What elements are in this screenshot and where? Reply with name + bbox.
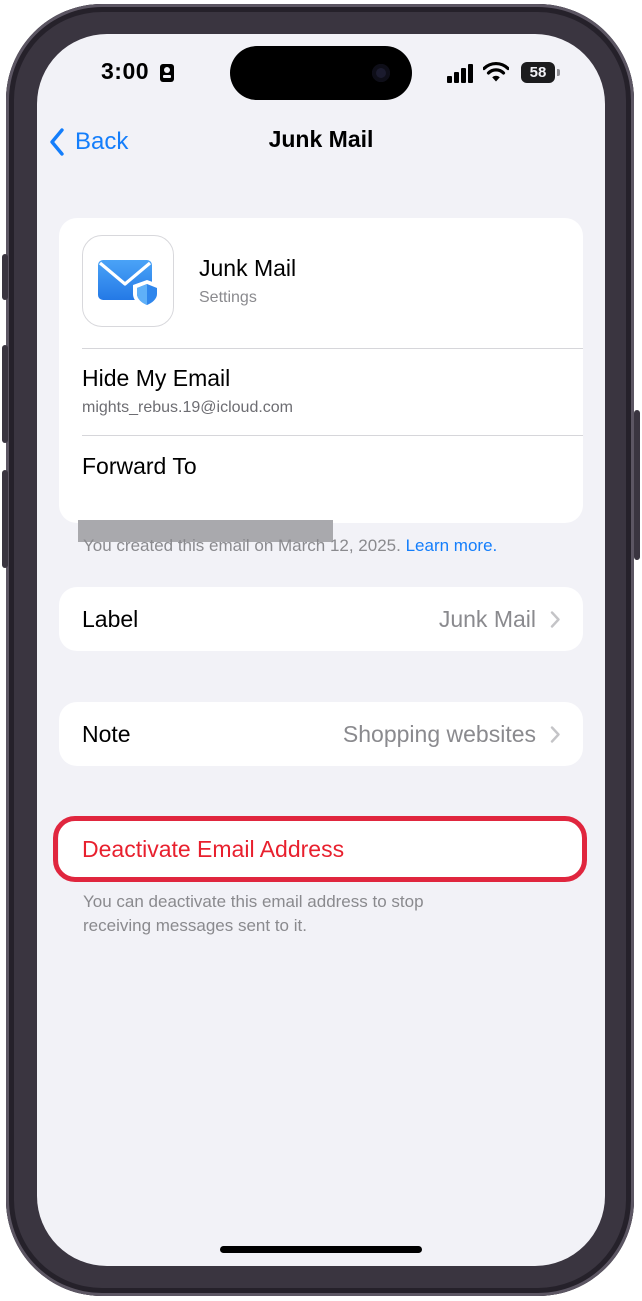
note-row-title: Note <box>82 720 131 747</box>
note-row[interactable]: Note Shopping websites <box>59 702 583 766</box>
app-name: Junk Mail <box>199 255 297 281</box>
home-indicator[interactable] <box>220 1246 422 1253</box>
divider <box>82 435 583 436</box>
screen: 3:00 58 Back Junk Mail Junk Mail Setting… <box>37 34 605 1266</box>
deactivate-footnote-line2: receiving messages sent to it. <box>83 916 307 935</box>
chevron-right-icon <box>550 725 560 743</box>
status-bar: 3:00 58 <box>37 34 605 114</box>
battery-level: 58 <box>529 64 547 81</box>
created-date-note: You created this email on March 12, 2025… <box>83 534 497 558</box>
status-time: 3:00 <box>101 58 150 84</box>
dynamic-island <box>230 46 412 100</box>
forward-to-title: Forward To <box>82 453 197 479</box>
highlight-outline <box>53 816 587 882</box>
navigation-bar: Back Junk Mail <box>37 114 605 170</box>
label-row-value: Junk Mail <box>438 605 536 632</box>
label-row-title: Label <box>82 605 139 632</box>
hide-my-email-address: mights_rebus.19@icloud.com <box>82 399 294 416</box>
note-row-value: Shopping websites <box>342 720 536 747</box>
battery-icon: 58 <box>521 62 555 83</box>
email-info-card: Junk Mail Settings Hide My Email mights_… <box>59 218 583 523</box>
volume-up-button <box>2 345 8 443</box>
action-button <box>2 254 8 300</box>
id-card-icon <box>160 64 174 82</box>
battery-cap <box>557 69 560 76</box>
deactivate-footnote-line1: You can deactivate this email address to… <box>83 892 424 911</box>
camera-icon <box>372 64 390 82</box>
chevron-right-icon <box>550 610 560 628</box>
app-icon <box>82 235 174 327</box>
power-button <box>634 410 640 560</box>
page-title: Junk Mail <box>268 126 374 152</box>
hide-my-email-title: Hide My Email <box>82 365 231 391</box>
wifi-icon <box>482 61 510 83</box>
label-card: Label Junk Mail <box>59 587 583 651</box>
app-subtitle: Settings <box>199 289 257 306</box>
note-card: Note Shopping websites <box>59 702 583 766</box>
cellular-signal-icon <box>447 63 475 83</box>
label-row[interactable]: Label Junk Mail <box>59 587 583 651</box>
mail-shield-icon <box>98 260 161 309</box>
learn-more-link[interactable]: Learn more. <box>406 536 498 555</box>
volume-down-button <box>2 470 8 568</box>
divider <box>82 348 583 349</box>
created-date-text: You created this email on March 12, 2025… <box>83 536 401 555</box>
deactivate-footnote: You can deactivate this email address to… <box>83 890 424 938</box>
